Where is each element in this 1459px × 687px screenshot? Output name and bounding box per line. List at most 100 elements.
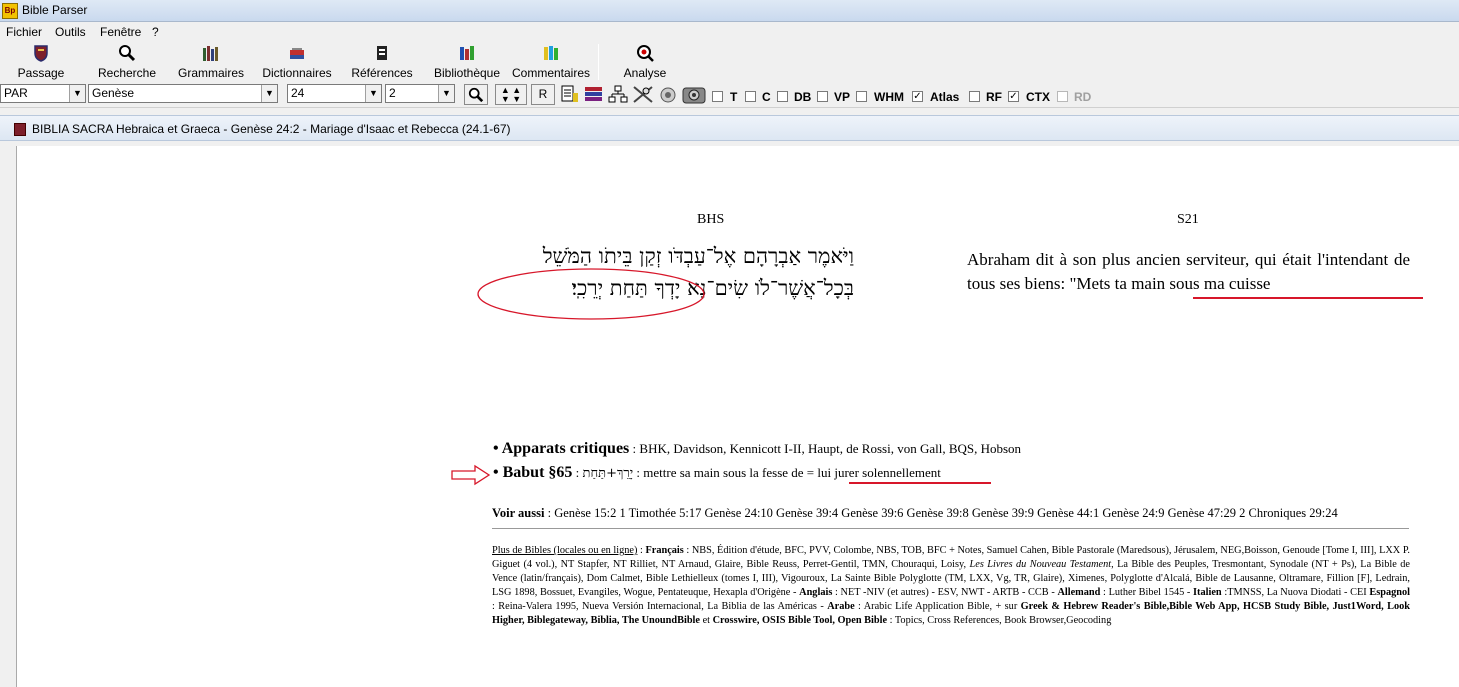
francais-italic[interactable]: Les Livres du Nouveau Testament: [970, 559, 1112, 570]
option-rd-label: RD: [1074, 90, 1092, 104]
tree-icon[interactable]: [608, 85, 628, 104]
tools-icon[interactable]: [632, 85, 654, 104]
app-title-bar: Bp Bible Parser: [0, 0, 1459, 22]
recherche-label: Recherche: [97, 66, 157, 80]
menu-fenetre[interactable]: Fenêtre: [100, 25, 141, 39]
checkbox-atlas[interactable]: ✓: [912, 91, 923, 102]
colored-books-icon: [544, 46, 558, 60]
bibliotheque-label: Bibliothèque: [433, 66, 501, 80]
divider: [492, 528, 1409, 529]
chevron-down-icon[interactable]: ▼: [365, 85, 381, 102]
online-tools[interactable]: Crosswire, OSIS Bible Tool, Open Bible: [713, 615, 887, 626]
r-button[interactable]: R: [531, 84, 555, 105]
babut-line: • Babut §65 : יָרֵךְ+תַּחַת : mettre sa …: [493, 464, 941, 481]
document-icon: [14, 123, 26, 136]
commentaires-button[interactable]: Commentaires: [510, 42, 592, 82]
verse-select-value: 2: [389, 86, 396, 100]
book-select-value: Genèse: [92, 86, 135, 100]
book-select[interactable]: Genèse ▼: [88, 84, 278, 103]
option-vp-label: VP: [834, 90, 851, 104]
espagnol-text[interactable]: : Reina-Valera 1995, Nueva Versión Inter…: [492, 601, 827, 612]
camera-icon[interactable]: [682, 84, 706, 105]
chapter-select-value: 24: [291, 86, 305, 100]
checkbox-db[interactable]: [777, 91, 788, 102]
checkbox-rd: [1057, 91, 1068, 102]
chevron-down-icon[interactable]: ▼: [438, 85, 454, 102]
italien-text[interactable]: :TMNSS, La Nuova Diodati - CEI: [1222, 587, 1370, 598]
option-c-label: C: [762, 90, 771, 104]
dictionnaires-button[interactable]: Dictionnaires: [260, 42, 334, 82]
chevron-down-icon[interactable]: ▼: [261, 85, 277, 102]
french-verse-highlight: "Mets ta main sous ma cuisse: [1069, 274, 1271, 293]
arrow-down-icon[interactable]: ▼ ▼: [501, 94, 521, 104]
voir-aussi-line: Voir aussi : Genèse 15:2 1 Timothée 5:17…: [492, 506, 1410, 521]
anglais-label: Anglais: [799, 587, 833, 599]
search-verse-button[interactable]: [464, 84, 488, 105]
menu-outils[interactable]: Outils: [55, 25, 86, 39]
annotation-underline: [1193, 297, 1423, 299]
stacked-books-icon[interactable]: [584, 85, 604, 104]
checkbox-whm[interactable]: [856, 91, 867, 102]
grammaires-button[interactable]: Grammaires: [177, 42, 245, 82]
arabe-text[interactable]: : Arabic Life Application Bible, + sur: [855, 601, 1021, 612]
apparats-text: : BHK, Davidson, Kennicott I-II, Haupt, …: [629, 441, 1022, 456]
arrow-right-icon: [451, 464, 491, 486]
audio-icon[interactable]: [657, 85, 679, 104]
dictionary-icon: [290, 48, 304, 59]
books-icon: [203, 46, 218, 61]
babut-text: : mettre sa main sous la fesse de =: [633, 465, 818, 480]
references-button[interactable]: Références: [350, 42, 414, 82]
annotation-underline: [849, 482, 991, 484]
document-window-title: BIBLIA SACRA Hebraica et Graeca - Genèse…: [32, 122, 511, 136]
bible-parser-app-icon: Bp: [2, 3, 18, 19]
version-select[interactable]: PAR ▼: [0, 84, 86, 103]
text-cursor-icon[interactable]: [561, 85, 579, 104]
voir-aussi-label: Voir aussi: [492, 506, 545, 520]
grammaires-label: Grammaires: [177, 66, 244, 80]
voir-aussi-refs[interactable]: : Genèse 15:2 1 Timothée 5:17 Genèse 24:…: [544, 506, 1338, 520]
french-verse: Abraham dit à son plus ancien serviteur,…: [967, 248, 1410, 296]
italien-label: Italien: [1193, 587, 1222, 599]
allemand-text[interactable]: : Luther Bibel 1545 -: [1100, 587, 1193, 598]
analyse-button[interactable]: Analyse: [620, 42, 670, 82]
babut-label: Babut §65: [502, 464, 573, 481]
passage-button[interactable]: Passage: [12, 42, 70, 82]
book-icon: [377, 46, 387, 60]
option-t-label: T: [730, 90, 738, 104]
menu-help[interactable]: ?: [152, 25, 159, 39]
anglais-text[interactable]: : NET -NIV (et autres) - ESV, NWT - ARTB…: [832, 587, 1057, 598]
dictionnaires-label: Dictionnaires: [262, 66, 332, 80]
checkbox-c[interactable]: [745, 91, 756, 102]
document-window-title-bar: BIBLIA SACRA Hebraica et Graeca - Genèse…: [0, 115, 1459, 141]
library-icon: [460, 46, 474, 60]
end-text[interactable]: : Topics, Cross References, Book Browser…: [887, 615, 1112, 626]
verse-stepper[interactable]: ▲ ▲ ▼ ▼: [495, 84, 527, 105]
toolbar-separator: [598, 44, 599, 80]
chapter-select[interactable]: 24 ▼: [287, 84, 382, 103]
commentaires-label: Commentaires: [511, 66, 591, 80]
apparats-label: Apparats critiques: [501, 440, 630, 457]
analysis-icon: [637, 45, 654, 62]
checkbox-vp[interactable]: [817, 91, 828, 102]
more-bibles-link[interactable]: Plus de Bibles (locales ou en ligne): [492, 545, 637, 556]
verse-select[interactable]: 2 ▼: [385, 84, 455, 103]
main-toolbar: Passage Recherche Grammaires Dictionnair…: [0, 42, 1459, 82]
analyse-label: Analyse: [623, 66, 667, 80]
bibliotheque-button[interactable]: Bibliothèque: [430, 42, 504, 82]
option-ctx-label: CTX: [1026, 90, 1050, 104]
option-rf-label: RF: [986, 90, 1002, 104]
annotation-ellipse: [477, 268, 705, 320]
passage-label: Passage: [17, 66, 65, 80]
recherche-button[interactable]: Recherche: [94, 42, 160, 82]
menu-bar: Fichier Outils Fenêtre ?: [0, 22, 1459, 42]
menu-fichier[interactable]: Fichier: [6, 25, 42, 39]
option-atlas-label: Atlas: [930, 90, 960, 104]
allemand-label: Allemand: [1057, 587, 1101, 599]
checkbox-ctx[interactable]: ✓: [1008, 91, 1019, 102]
francais-label: Français: [645, 545, 684, 556]
chevron-down-icon[interactable]: ▼: [69, 85, 85, 102]
checkbox-rf[interactable]: [969, 91, 980, 102]
shield-icon: [34, 45, 48, 62]
babut-hebrew: יָרֵךְ+תַּחַת: [582, 466, 634, 481]
checkbox-t[interactable]: [712, 91, 723, 102]
